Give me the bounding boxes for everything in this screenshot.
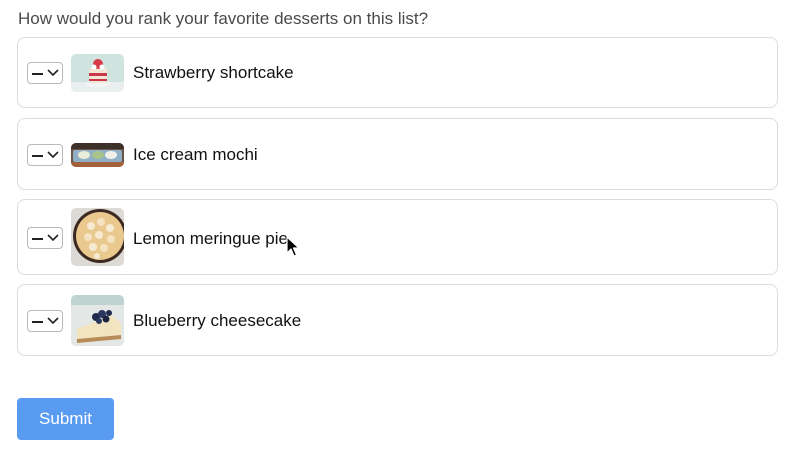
rank-placeholder-dash: [32, 321, 43, 323]
rank-select[interactable]: [27, 62, 63, 84]
strawberry-shortcake-image: [71, 54, 124, 92]
rank-select[interactable]: [27, 310, 63, 332]
chevron-down-icon: [47, 151, 59, 159]
rank-item-ice-cream-mochi: Ice cream mochi: [17, 118, 778, 190]
blueberry-cheesecake-image: [71, 295, 124, 346]
question-text: How would you rank your favorite dessert…: [18, 9, 429, 28]
rank-item-strawberry-shortcake: Strawberry shortcake: [17, 37, 778, 108]
rank-item-label: Strawberry shortcake: [133, 63, 294, 82]
rank-item-label: Blueberry cheesecake: [133, 311, 302, 330]
lemon-meringue-pie-image: [71, 208, 124, 266]
chevron-down-icon: [47, 69, 59, 77]
submit-button[interactable]: Submit: [17, 398, 114, 440]
rank-placeholder-dash: [32, 238, 43, 240]
mouse-pointer-icon: [286, 236, 300, 257]
rank-item-lemon-meringue-pie: Lemon meringue pie: [17, 199, 778, 275]
rank-item-blueberry-cheesecake: Blueberry cheesecake: [17, 284, 778, 356]
rank-select[interactable]: [27, 144, 63, 166]
chevron-down-icon: [47, 317, 59, 325]
rank-select[interactable]: [27, 227, 63, 249]
rank-item-label: Lemon meringue pie: [133, 229, 288, 248]
rank-placeholder-dash: [32, 73, 43, 75]
chevron-down-icon: [47, 234, 59, 242]
rank-item-label: Ice cream mochi: [133, 145, 258, 164]
ice-cream-mochi-image: [71, 143, 124, 167]
rank-placeholder-dash: [32, 155, 43, 157]
